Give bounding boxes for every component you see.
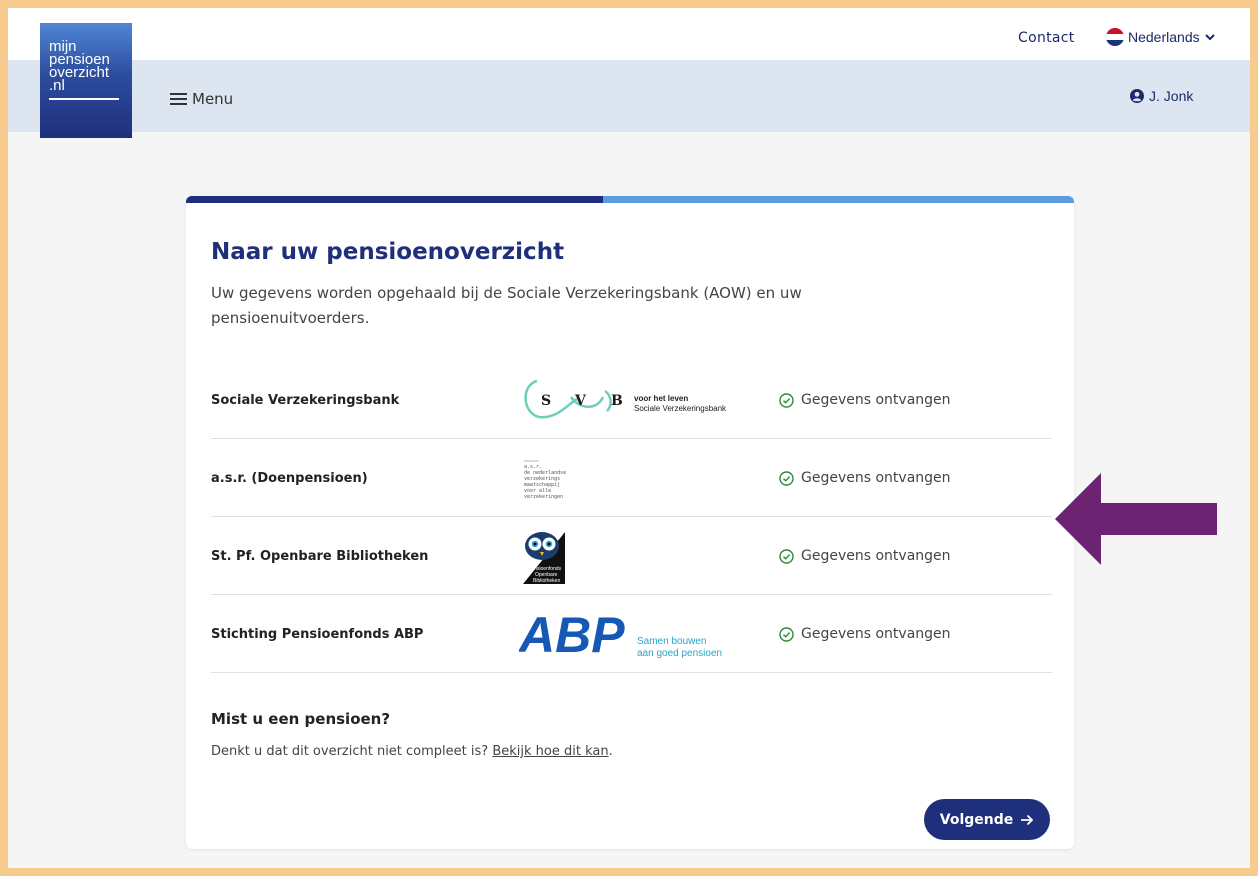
status-label: Gegevens ontvangen	[801, 470, 951, 486]
missing-pension-end: .	[608, 744, 613, 759]
hamburger-icon	[170, 93, 187, 105]
status-text: Gegevens ontvangen	[779, 517, 951, 595]
progress-bar	[186, 196, 1074, 203]
check-circle-icon	[779, 392, 794, 408]
status-label: Gegevens ontvangen	[801, 548, 951, 564]
status-label: Gegevens ontvangen	[801, 392, 951, 408]
user-account[interactable]: J. Jonk	[1130, 88, 1193, 104]
check-circle-icon	[779, 626, 794, 642]
overview-card: Naar uw pensioenoverzicht Uw gegevens wo…	[186, 196, 1074, 849]
provider-row-bibliotheken: St. Pf. Openbare Bibliotheken Pensioenfo…	[211, 517, 1052, 595]
status-text: Gegevens ontvangen	[779, 595, 951, 673]
abp-mark: ABP	[519, 607, 625, 662]
svb-letter-s: S	[541, 393, 551, 409]
chevron-down-icon	[1204, 34, 1215, 41]
abp-logo: ABP Samen bouwen aan goed pensioen	[519, 600, 749, 668]
status-text: Gegevens ontvangen	[779, 361, 951, 439]
top-utility-bar: Contact Nederlands	[8, 8, 1250, 60]
svb-letter-v: V	[574, 393, 587, 409]
provider-name: St. Pf. Openbare Bibliotheken	[211, 548, 429, 564]
provider-row-svb: Sociale Verzekeringsbank S V B voor het …	[211, 361, 1052, 439]
svb-logo: S V B voor het leven Sociale Verzekering…	[519, 366, 749, 434]
provider-list: Sociale Verzekeringsbank S V B voor het …	[211, 361, 1052, 673]
abp-tagline-1: Samen bouwen	[637, 636, 707, 647]
progress-bar-fill	[186, 196, 604, 203]
site-logo[interactable]: mijn pensioen overzicht .nl	[40, 23, 132, 138]
svb-letter-b: B	[611, 393, 623, 409]
next-button-label: Volgende	[939, 811, 1014, 828]
menu-button[interactable]: Menu	[170, 90, 233, 108]
provider-name: a.s.r. (Doenpensioen)	[211, 470, 368, 486]
language-selector[interactable]: Nederlands	[1106, 28, 1215, 46]
netherlands-flag-icon	[1106, 28, 1124, 46]
page-frame: Contact Nederlands Menu J. Jonk mijn pen…	[8, 8, 1250, 868]
svb-subtitle: Sociale Verzekeringsbank	[634, 404, 727, 413]
svb-tagline: voor het leven	[634, 394, 688, 403]
status-text: Gegevens ontvangen	[779, 439, 951, 517]
missing-pension-question: Denkt u dat dit overzicht niet compleet …	[211, 744, 489, 759]
missing-pension-link[interactable]: Bekijk hoe dit kan	[492, 744, 608, 759]
main-navbar: Menu J. Jonk	[8, 60, 1250, 132]
page-title: Naar uw pensioenoverzicht	[211, 239, 565, 265]
logo-underline	[49, 98, 119, 100]
provider-name: Stichting Pensioenfonds ABP	[211, 626, 424, 642]
user-circle-icon	[1130, 89, 1144, 103]
provider-name: Sociale Verzekeringsbank	[211, 392, 400, 408]
asr-text-6: verzekeringen	[524, 494, 563, 500]
check-circle-icon	[779, 470, 794, 486]
language-label: Nederlands	[1128, 29, 1200, 45]
intro-text: Uw gegevens worden opgehaald bij de Soci…	[211, 284, 802, 327]
asr-logo: a.s.r. de nederlandse verzekerings maats…	[519, 444, 589, 512]
provider-row-asr: a.s.r. (Doenpensioen) a.s.r. de nederlan…	[211, 439, 1052, 517]
bibliotheken-owl-logo: Pensioenfonds Openbare Bibliotheken	[519, 522, 569, 590]
provider-row-abp: Stichting Pensioenfonds ABP ABP Samen bo…	[211, 595, 1052, 673]
menu-label: Menu	[192, 90, 234, 108]
user-name: J. Jonk	[1149, 88, 1194, 104]
check-circle-icon	[779, 548, 794, 564]
bibliotheken-text-3: Bibliotheken	[533, 578, 560, 584]
next-button[interactable]: Volgende	[924, 799, 1050, 840]
missing-pension-title: Mist u een pensioen?	[211, 710, 391, 728]
annotation-arrow-icon	[1055, 473, 1217, 565]
missing-pension-text: Denkt u dat dit overzicht niet compleet …	[211, 744, 613, 759]
contact-link[interactable]: Contact	[1018, 30, 1075, 46]
arrow-right-icon	[1021, 814, 1034, 825]
status-label: Gegevens ontvangen	[801, 626, 951, 642]
abp-tagline-2: aan goed pensioen	[637, 648, 722, 659]
